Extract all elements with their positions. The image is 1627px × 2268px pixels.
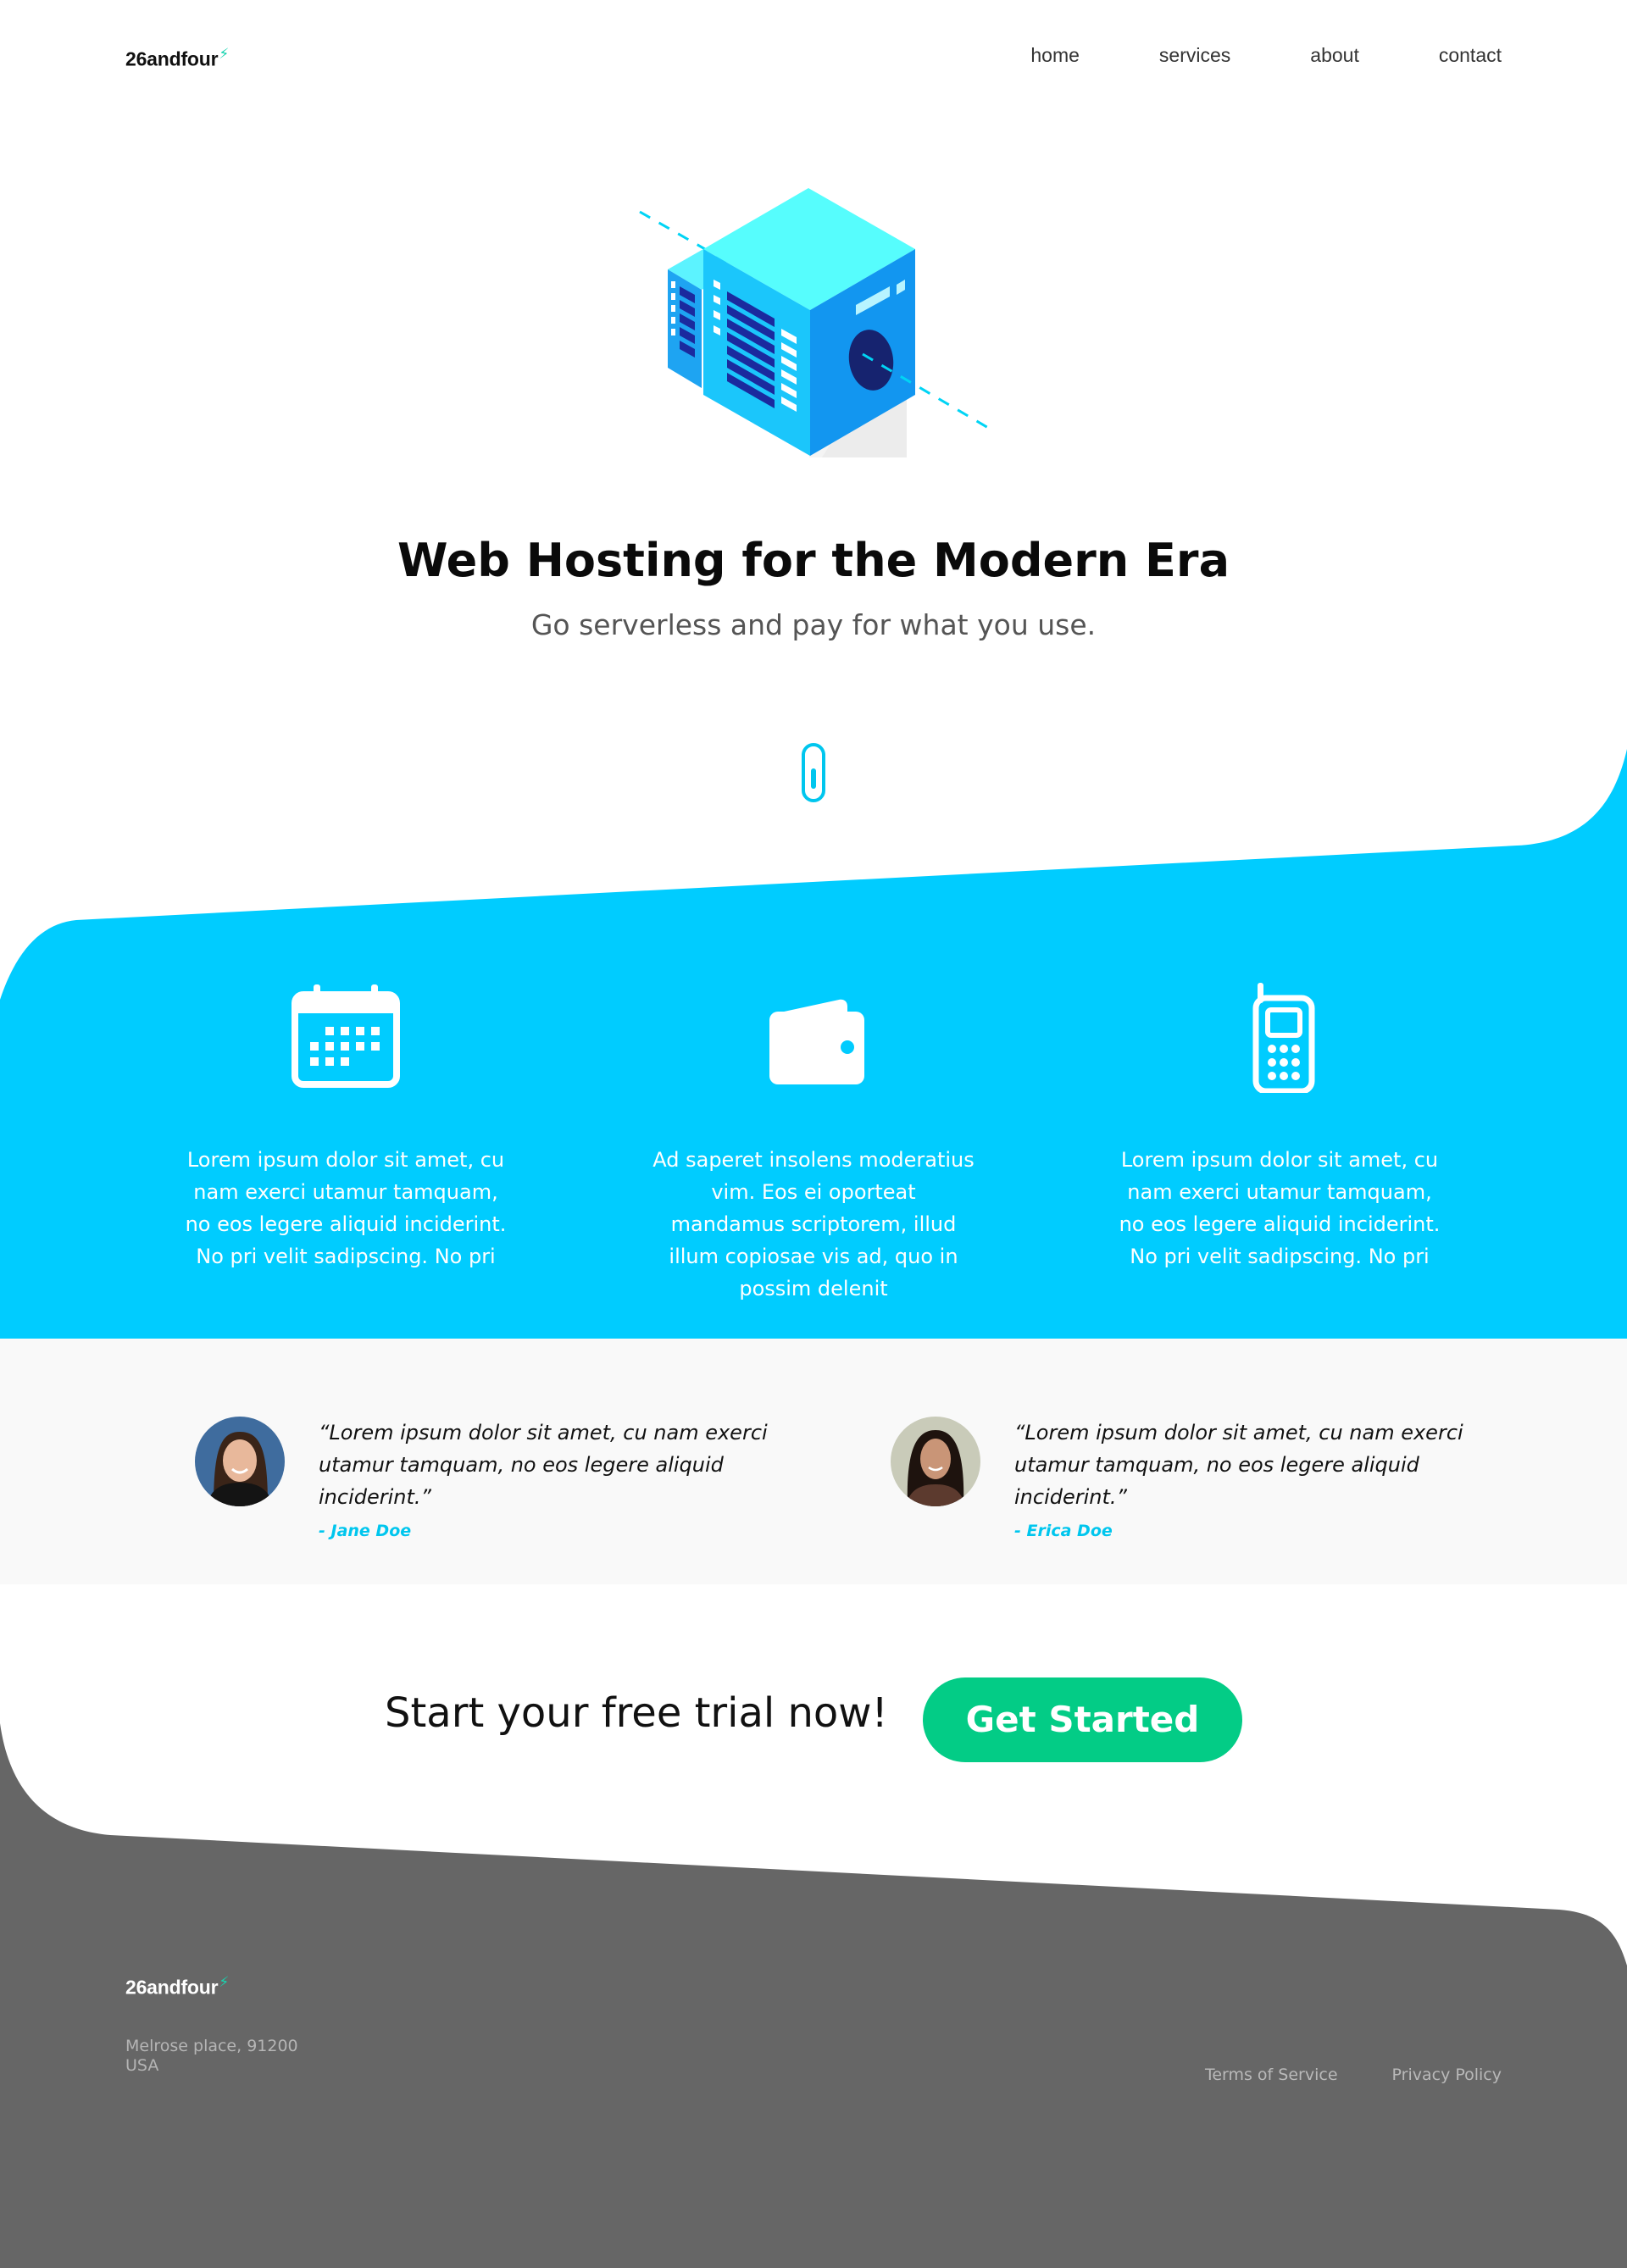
testimonial-author-2: - Erica Doe — [1014, 1522, 1113, 1540]
testimonial-author-1: - Jane Doe — [319, 1522, 412, 1540]
hero-title: Web Hosting for the Modern Era — [397, 534, 1230, 587]
feature-text-1: Lorem ipsum dolor sit amet, cu nam exerc… — [185, 1148, 507, 1268]
site-logo[interactable]: 26andfour⚡ — [125, 46, 229, 71]
nav-link-home[interactable]: home — [1030, 44, 1080, 67]
footer-address: Melrose place, 91200 USA — [125, 2037, 298, 2076]
calendar-icon — [292, 984, 400, 1088]
feature-column-2: Ad saperet insolens moderatius vim. Eos … — [652, 983, 975, 1305]
address-line-2: USA — [125, 2056, 159, 2075]
feature-column-3: Lorem ipsum dolor sit amet, cu nam exerc… — [1119, 983, 1441, 1273]
hero-subtitle: Go serverless and pay for what you use. — [530, 608, 1097, 641]
cta-text: Start your free trial now! — [385, 1689, 888, 1737]
main-nav: home services about contact — [951, 44, 1502, 67]
footer-links: Terms of Service Privacy Policy — [1151, 2066, 1502, 2084]
privacy-policy-link[interactable]: Privacy Policy — [1392, 2066, 1502, 2084]
nav-link-contact[interactable]: contact — [1439, 44, 1502, 67]
get-started-button[interactable]: Get Started — [923, 1677, 1242, 1762]
footer-logo[interactable]: 26andfour⚡ — [125, 1974, 229, 1999]
nav-link-services[interactable]: services — [1159, 44, 1230, 67]
lightning-bolt-icon: ⚡ — [219, 1974, 230, 1990]
feature-text-3: Lorem ipsum dolor sit amet, cu nam exerc… — [1119, 1148, 1441, 1268]
avatar — [891, 1417, 980, 1506]
mobile-phone-icon — [1252, 983, 1315, 1093]
wallet-icon — [769, 999, 864, 1084]
address-line-1: Melrose place, 91200 — [125, 2037, 298, 2055]
terms-of-service-link[interactable]: Terms of Service — [1205, 2066, 1338, 2084]
testimonial-quote-2: “Lorem ipsum dolor sit amet, cu nam exer… — [1014, 1421, 1463, 1509]
feature-column-1: Lorem ipsum dolor sit amet, cu nam exerc… — [185, 983, 507, 1273]
testimonials-section: “Lorem ipsum dolor sit amet, cu nam exer… — [0, 1339, 1627, 1584]
testimonial-quote-1: “Lorem ipsum dolor sit amet, cu nam exer… — [319, 1421, 768, 1509]
logo-text: 26andfour — [125, 47, 219, 70]
nav-link-about[interactable]: about — [1310, 44, 1359, 67]
footer-logo-text: 26andfour — [125, 1976, 219, 1999]
avatar — [195, 1417, 285, 1506]
server-building-illustration — [639, 188, 991, 457]
feature-text-2: Ad saperet insolens moderatius vim. Eos … — [652, 1148, 975, 1300]
lightning-bolt-icon: ⚡ — [219, 46, 230, 62]
